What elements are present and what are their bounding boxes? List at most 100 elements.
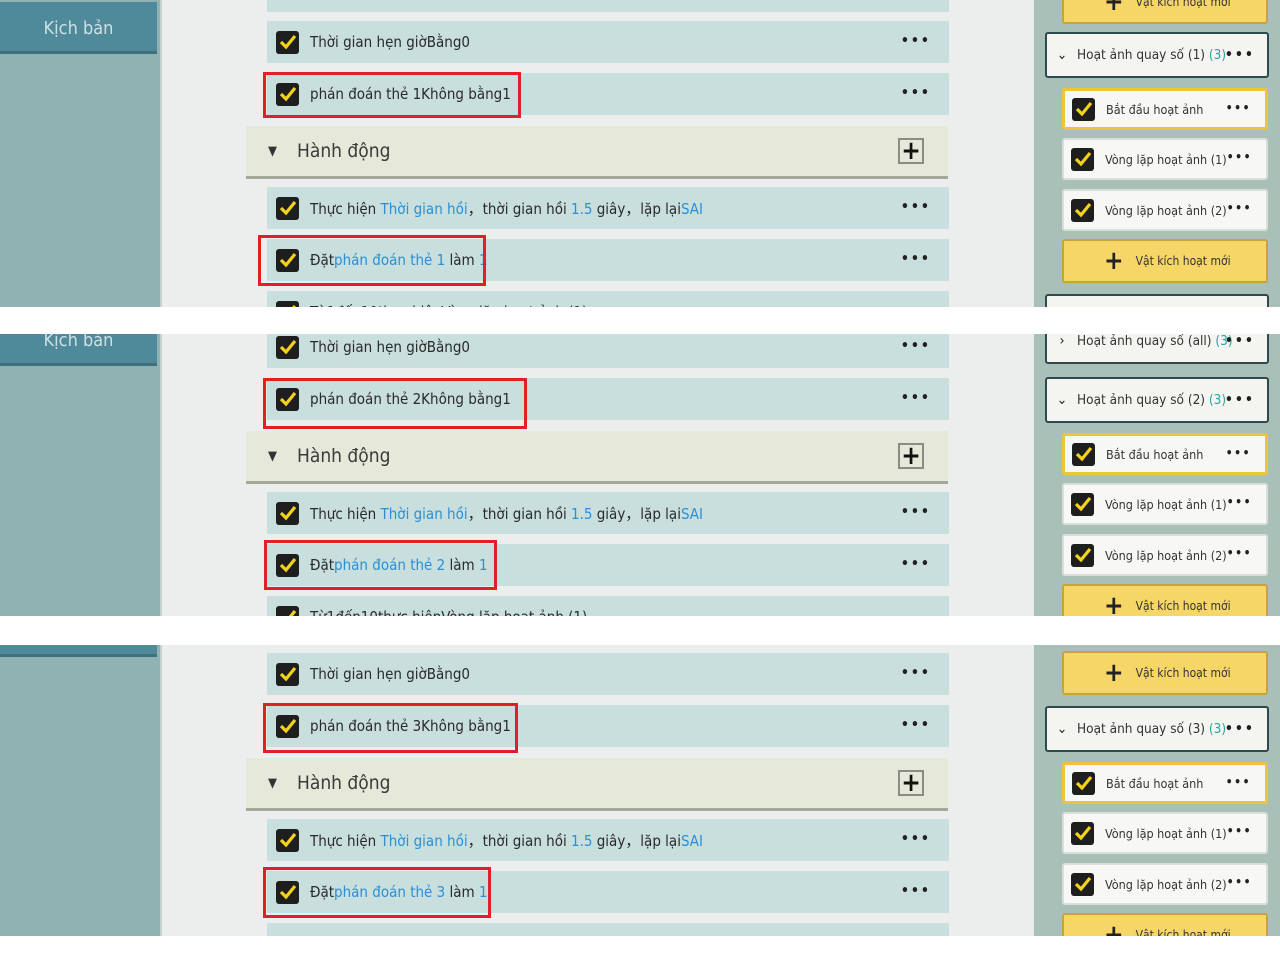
add-action-button[interactable]: + (898, 770, 924, 796)
anim-card-loop2[interactable]: Vòng lặp hoạt ảnh (2) ••• (1062, 534, 1268, 576)
anim-card-loop1[interactable]: Vòng lặp hoạt ảnh (1) ••• (1062, 812, 1268, 854)
checkbox[interactable] (1072, 771, 1095, 795)
checkbox[interactable] (1071, 543, 1094, 567)
chevron-down-icon[interactable]: ⌄ (1053, 392, 1071, 408)
more-options-icon[interactable]: ••• (1225, 334, 1255, 349)
condition-timer-row[interactable]: Thời gian hẹn giờBằng0 ••• (267, 334, 949, 368)
action-text: Từ1đến10thực hiệnVòng lặp hoạt ảnh (1) (310, 303, 587, 307)
collapse-triangle-icon[interactable]: ▼ (268, 776, 277, 791)
checkbox[interactable] (1071, 821, 1094, 845)
more-options-icon[interactable]: ••• (1225, 721, 1255, 737)
plus-icon: + (1104, 920, 1124, 936)
more-options-icon[interactable]: ••• (1227, 150, 1252, 164)
checkbox[interactable] (1071, 872, 1094, 896)
new-trigger-button[interactable]: + Vật kích hoạt mới (1062, 239, 1268, 283)
left-sidebar: Kịch bản (0, 0, 162, 307)
checkbox[interactable] (276, 605, 299, 616)
more-options-icon[interactable]: ••• (1226, 101, 1251, 115)
collapse-triangle-icon[interactable]: ▼ (268, 144, 277, 159)
scenario-tab[interactable]: Kịch bản (0, 2, 157, 54)
more-options-icon[interactable]: ••• (901, 717, 931, 733)
more-options-icon[interactable]: ••• (901, 883, 931, 899)
action-loop-row[interactable]: Từ1đến10thực hiệnVòng lặp hoạt ảnh (1) (267, 291, 949, 307)
actions-header[interactable]: ▼ Hành động + (246, 126, 948, 179)
new-trigger-button[interactable]: + Vật kích hoạt mới (1062, 584, 1268, 616)
actions-header[interactable]: ▼ Hành động + (246, 758, 948, 811)
add-action-button[interactable]: + (898, 443, 924, 469)
scenario-tab[interactable]: Kịch bản (0, 334, 157, 366)
anim-card-loop2[interactable]: Vòng lặp hoạt ảnh (2) ••• (1062, 189, 1268, 231)
more-options-icon[interactable]: ••• (901, 556, 931, 572)
anim-card-loop1[interactable]: Vòng lặp hoạt ảnh (1) ••• (1062, 483, 1268, 525)
anim-group-1[interactable]: ⌄ Hoạt ảnh quay số (1) (3) ••• (1045, 32, 1269, 78)
anim-card-start[interactable]: Bắt đầu hoạt ảnh ••• (1062, 762, 1268, 804)
checkbox[interactable] (1071, 492, 1094, 516)
action-text: Thực hiện Thời gian hồi，thời gian hồi 1.… (310, 831, 704, 850)
more-options-icon[interactable]: ••• (901, 33, 931, 49)
panel-1: Kịch bản Thời gian hẹn giờBằng0 ••• phán… (0, 0, 1280, 307)
checkbox[interactable] (1072, 97, 1095, 121)
anim-group-3[interactable]: ⌄ Hoạt ảnh quay số (3) (3) ••• (1045, 706, 1269, 752)
more-options-icon[interactable]: ••• (901, 665, 931, 681)
more-options-icon[interactable]: ••• (1227, 546, 1252, 560)
condition-text: Thời gian hẹn giờBằng0 (310, 338, 471, 356)
checkbox[interactable] (276, 662, 299, 686)
anim-card-loop1[interactable]: Vòng lặp hoạt ảnh (1) ••• (1062, 138, 1268, 180)
action-exec-row[interactable]: Thực hiện Thời gian hồi，thời gian hồi 1.… (267, 187, 949, 229)
checkbox[interactable] (276, 335, 299, 359)
anim-group-2[interactable]: ⌄ Hoạt ảnh quay số (2) (3) ••• (1045, 377, 1269, 423)
new-trigger-button[interactable]: + Vật kích hoạt mới (1062, 0, 1268, 24)
more-options-icon[interactable]: ••• (901, 390, 931, 406)
more-options-icon[interactable]: ••• (1227, 875, 1252, 889)
scenario-tab[interactable] (0, 645, 157, 657)
more-options-icon[interactable]: ••• (1227, 201, 1252, 215)
checkbox[interactable] (276, 30, 299, 54)
chevron-right-icon[interactable]: › (1053, 334, 1071, 349)
anim-card-loop2[interactable]: Vòng lặp hoạt ảnh (2) ••• (1062, 863, 1268, 905)
checkbox[interactable] (276, 828, 299, 852)
more-options-icon[interactable]: ••• (901, 831, 931, 847)
action-loop-row[interactable] (267, 923, 949, 936)
more-options-icon[interactable]: ••• (1226, 446, 1251, 460)
plus-icon: + (1104, 246, 1124, 276)
checkbox[interactable] (1071, 147, 1094, 171)
more-options-icon[interactable]: ••• (1227, 495, 1252, 509)
more-options-icon[interactable]: ••• (1227, 824, 1252, 838)
new-trigger-button[interactable]: + Vật kích hoạt mới (1062, 913, 1268, 936)
more-options-icon[interactable]: ••• (1225, 392, 1255, 408)
right-sidebar: + Vật kích hoạt mới ⌄ Hoạt ảnh quay số (1… (1034, 0, 1280, 307)
more-options-icon[interactable]: ••• (901, 338, 931, 354)
actions-header[interactable]: ▼ Hành động + (246, 431, 948, 484)
new-trigger-button[interactable]: + Vật kích hoạt mới (1062, 651, 1268, 695)
anim-group-all[interactable]: › Hoạt ảnh quay số (all) (3) ••• (1045, 334, 1269, 364)
list-item[interactable] (267, 0, 949, 12)
action-exec-row[interactable]: Thực hiện Thời gian hồi，thời gian hồi 1.… (267, 819, 949, 861)
checkbox[interactable] (276, 300, 299, 307)
checkbox[interactable] (1072, 442, 1095, 466)
more-options-icon[interactable]: ••• (1226, 775, 1251, 789)
chevron-down-icon[interactable]: ⌄ (1053, 721, 1071, 737)
anim-card-start[interactable]: Bắt đầu hoạt ảnh ••• (1062, 88, 1268, 130)
more-options-icon[interactable]: ••• (901, 504, 931, 520)
checkbox[interactable] (276, 196, 299, 220)
group-label: Hoạt ảnh quay số (2) (3) (1077, 392, 1227, 408)
right-sidebar: + Vật kích hoạt mới ⌄ Hoạt ảnh quay số (3… (1034, 645, 1280, 936)
action-text: Thực hiện Thời gian hồi，thời gian hồi 1.… (310, 199, 704, 218)
anim-card-start[interactable]: Bắt đầu hoạt ảnh ••• (1062, 433, 1268, 475)
anim-group-next[interactable] (1045, 294, 1269, 307)
checkbox[interactable] (1071, 198, 1094, 222)
left-sidebar: Kịch bản (0, 334, 162, 616)
chevron-down-icon[interactable]: ⌄ (1053, 47, 1071, 63)
condition-timer-row[interactable]: Thời gian hẹn giờBằng0 ••• (267, 653, 949, 695)
more-options-icon[interactable]: ••• (1225, 47, 1255, 63)
add-action-button[interactable]: + (898, 138, 924, 164)
checkbox[interactable] (276, 501, 299, 525)
more-options-icon[interactable]: ••• (901, 251, 931, 267)
right-sidebar: › Hoạt ảnh quay số (all) (3) ••• ⌄ Hoạt … (1034, 334, 1280, 616)
more-options-icon[interactable]: ••• (901, 199, 931, 215)
action-exec-row[interactable]: Thực hiện Thời gian hồi，thời gian hồi 1.… (267, 492, 949, 534)
action-loop-row[interactable]: Từ1đến10thực hiệnVòng lặp hoạt ảnh (1) (267, 596, 949, 616)
more-options-icon[interactable]: ••• (901, 85, 931, 101)
collapse-triangle-icon[interactable]: ▼ (268, 449, 277, 464)
condition-timer-row[interactable]: Thời gian hẹn giờBằng0 ••• (267, 21, 949, 63)
